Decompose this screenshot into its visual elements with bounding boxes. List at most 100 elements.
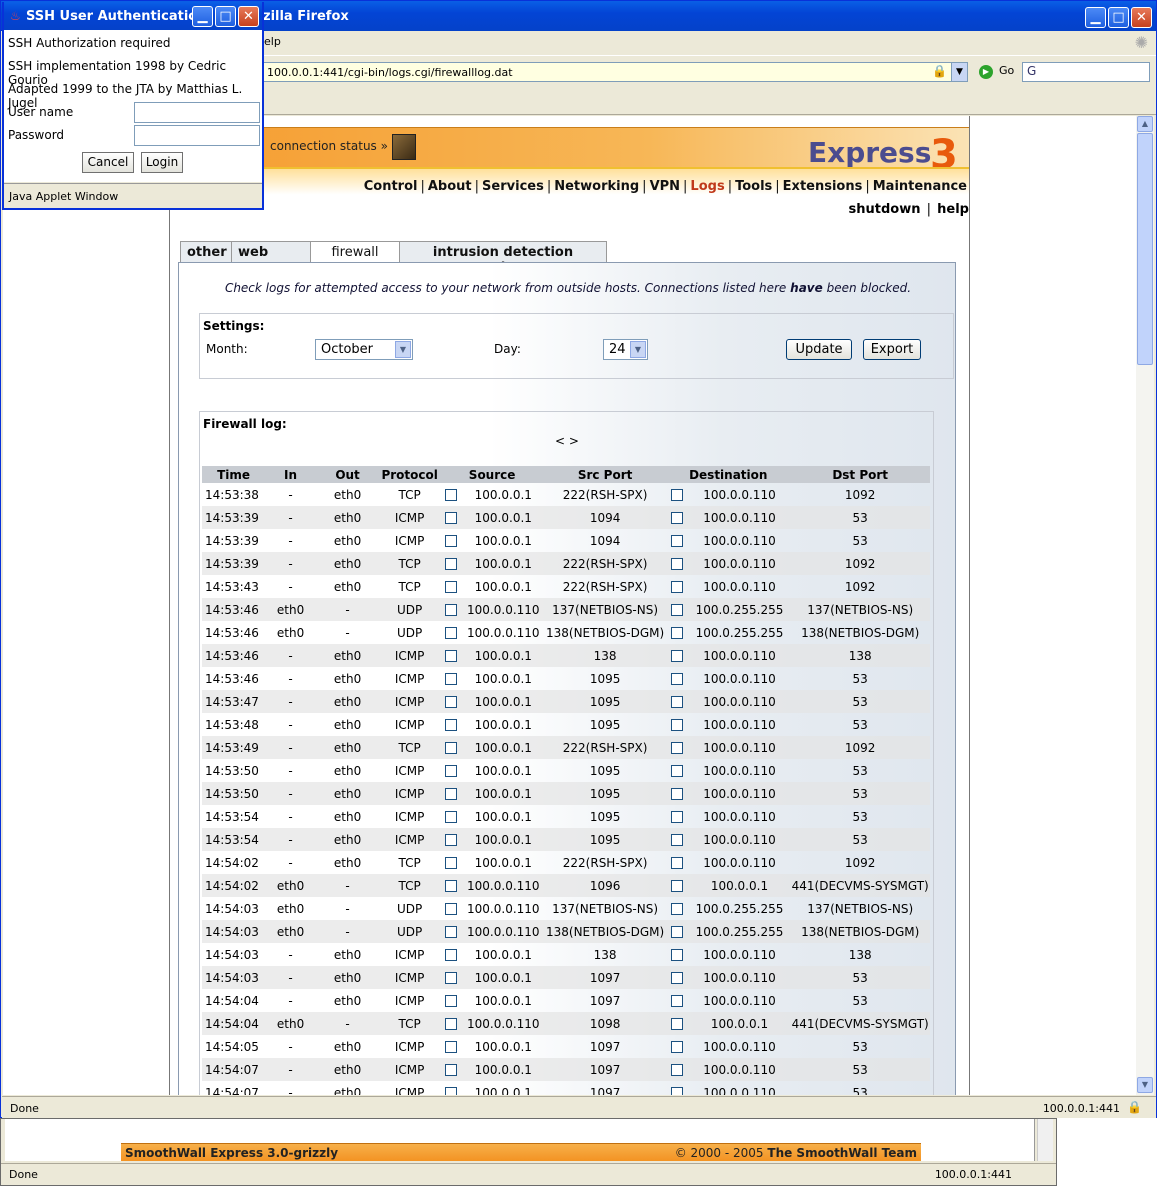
ssh-dialog-titlebar[interactable]: ♨ SSH User Authentication ▁ □ ✕	[4, 2, 262, 30]
source-select-checkbox[interactable]	[445, 696, 458, 708]
url-bar[interactable]: 100.0.0.1:441/cgi-bin/logs.cgi/firewalll…	[260, 62, 968, 82]
destination-select-checkbox[interactable]	[671, 535, 684, 547]
nav-vpn[interactable]: VPN	[650, 179, 680, 194]
destination-select-checkbox[interactable]	[671, 880, 684, 892]
destination-select-checkbox[interactable]	[671, 742, 684, 754]
nav-logs[interactable]: Logs	[690, 179, 724, 194]
url-dropdown-icon[interactable]: ▼	[951, 63, 967, 81]
export-button[interactable]: Export	[863, 339, 921, 360]
source-select-checkbox[interactable]	[445, 995, 458, 1007]
source-select-checkbox[interactable]	[445, 949, 458, 961]
destination-select-checkbox[interactable]	[671, 995, 684, 1007]
source-select-checkbox[interactable]	[445, 719, 458, 731]
login-button[interactable]: Login	[141, 152, 183, 173]
source-select-checkbox[interactable]	[445, 489, 458, 501]
destination-select-checkbox[interactable]	[671, 1064, 684, 1076]
destination-select-checkbox[interactable]	[671, 857, 684, 869]
destination-select-checkbox[interactable]	[671, 926, 684, 938]
source-select-checkbox[interactable]	[445, 742, 458, 754]
source-select-checkbox[interactable]	[445, 673, 458, 685]
connection-status-icon[interactable]	[392, 134, 416, 160]
source-select-checkbox[interactable]	[445, 1087, 458, 1095]
menu-help[interactable]: elp	[264, 35, 281, 48]
source-select-checkbox[interactable]	[445, 972, 458, 984]
ssh-maximize-button[interactable]: □	[215, 6, 236, 27]
destination-select-checkbox[interactable]	[671, 949, 684, 961]
shutdown-link[interactable]: shutdown	[849, 202, 921, 217]
nav-networking[interactable]: Networking	[554, 179, 639, 194]
nav-control[interactable]: Control	[364, 179, 418, 194]
source-select-checkbox[interactable]	[445, 926, 458, 938]
update-button[interactable]: Update	[786, 339, 852, 360]
tab-intrusion-detection-system[interactable]: intrusion detection system	[399, 241, 607, 275]
cell-destination-select	[666, 598, 689, 621]
destination-select-checkbox[interactable]	[671, 1041, 684, 1053]
cell-dst-port: 53	[790, 828, 930, 851]
ssh-minimize-button[interactable]: ▁	[192, 6, 213, 27]
source-select-checkbox[interactable]	[445, 581, 458, 593]
username-field[interactable]	[134, 102, 260, 123]
destination-select-checkbox[interactable]	[671, 489, 684, 501]
source-select-checkbox[interactable]	[445, 903, 458, 915]
source-select-checkbox[interactable]	[445, 788, 458, 800]
nav-services[interactable]: Services	[482, 179, 544, 194]
destination-select-checkbox[interactable]	[671, 604, 684, 616]
source-select-checkbox[interactable]	[445, 650, 458, 662]
log-pagination[interactable]: < >	[555, 434, 579, 448]
nav-about[interactable]: About	[428, 179, 472, 194]
destination-select-checkbox[interactable]	[671, 512, 684, 524]
destination-select-checkbox[interactable]	[671, 719, 684, 731]
source-select-checkbox[interactable]	[445, 857, 458, 869]
source-select-checkbox[interactable]	[445, 1018, 458, 1030]
destination-select-checkbox[interactable]	[671, 673, 684, 685]
source-select-checkbox[interactable]	[445, 811, 458, 823]
scrollbar-thumb[interactable]	[1137, 133, 1153, 365]
close-button[interactable]: ✕	[1131, 7, 1152, 28]
maximize-button[interactable]: □	[1108, 7, 1129, 28]
day-select[interactable]: 24 ▼	[603, 339, 648, 360]
scroll-down-icon[interactable]: ▼	[1137, 1077, 1153, 1093]
ssh-close-button[interactable]: ✕	[238, 6, 259, 27]
background-scrollbar[interactable]	[1037, 1119, 1053, 1161]
status-lock-icon[interactable]: 🔒	[1127, 1100, 1142, 1114]
destination-select-checkbox[interactable]	[671, 696, 684, 708]
connection-status-link[interactable]: connection status »	[270, 139, 388, 153]
month-select[interactable]: October ▼	[315, 339, 413, 360]
help-link[interactable]: help	[937, 202, 969, 217]
destination-select-checkbox[interactable]	[671, 581, 684, 593]
source-select-checkbox[interactable]	[445, 535, 458, 547]
password-field[interactable]	[134, 125, 260, 146]
destination-select-checkbox[interactable]	[671, 765, 684, 777]
destination-select-checkbox[interactable]	[671, 1018, 684, 1030]
source-select-checkbox[interactable]	[445, 880, 458, 892]
nav-extensions[interactable]: Extensions	[783, 179, 863, 194]
scroll-up-icon[interactable]: ▲	[1137, 116, 1153, 132]
destination-select-checkbox[interactable]	[671, 903, 684, 915]
firewall-description: Check logs for attempted access to your …	[224, 281, 912, 295]
source-select-checkbox[interactable]	[445, 604, 458, 616]
destination-select-checkbox[interactable]	[671, 650, 684, 662]
nav-tools[interactable]: Tools	[735, 179, 772, 194]
source-select-checkbox[interactable]	[445, 558, 458, 570]
destination-select-checkbox[interactable]	[671, 1087, 684, 1095]
destination-select-checkbox[interactable]	[671, 558, 684, 570]
search-input[interactable]: G	[1022, 62, 1150, 82]
nav-maintenance[interactable]: Maintenance	[873, 179, 967, 194]
destination-select-checkbox[interactable]	[671, 972, 684, 984]
destination-select-checkbox[interactable]	[671, 788, 684, 800]
tab-other[interactable]: other	[180, 241, 232, 263]
source-select-checkbox[interactable]	[445, 512, 458, 524]
cancel-button[interactable]: Cancel	[82, 152, 134, 173]
vertical-scrollbar[interactable]: ▲ ▼	[1136, 116, 1154, 1095]
destination-select-checkbox[interactable]	[671, 834, 684, 846]
tab-web-proxy[interactable]: web proxy	[231, 241, 311, 275]
source-select-checkbox[interactable]	[445, 765, 458, 777]
source-select-checkbox[interactable]	[445, 834, 458, 846]
destination-select-checkbox[interactable]	[671, 627, 684, 639]
source-select-checkbox[interactable]	[445, 627, 458, 639]
source-select-checkbox[interactable]	[445, 1041, 458, 1053]
go-button[interactable]: ▶ Go	[979, 64, 1014, 79]
minimize-button[interactable]: ▁	[1085, 7, 1106, 28]
source-select-checkbox[interactable]	[445, 1064, 458, 1076]
destination-select-checkbox[interactable]	[671, 811, 684, 823]
